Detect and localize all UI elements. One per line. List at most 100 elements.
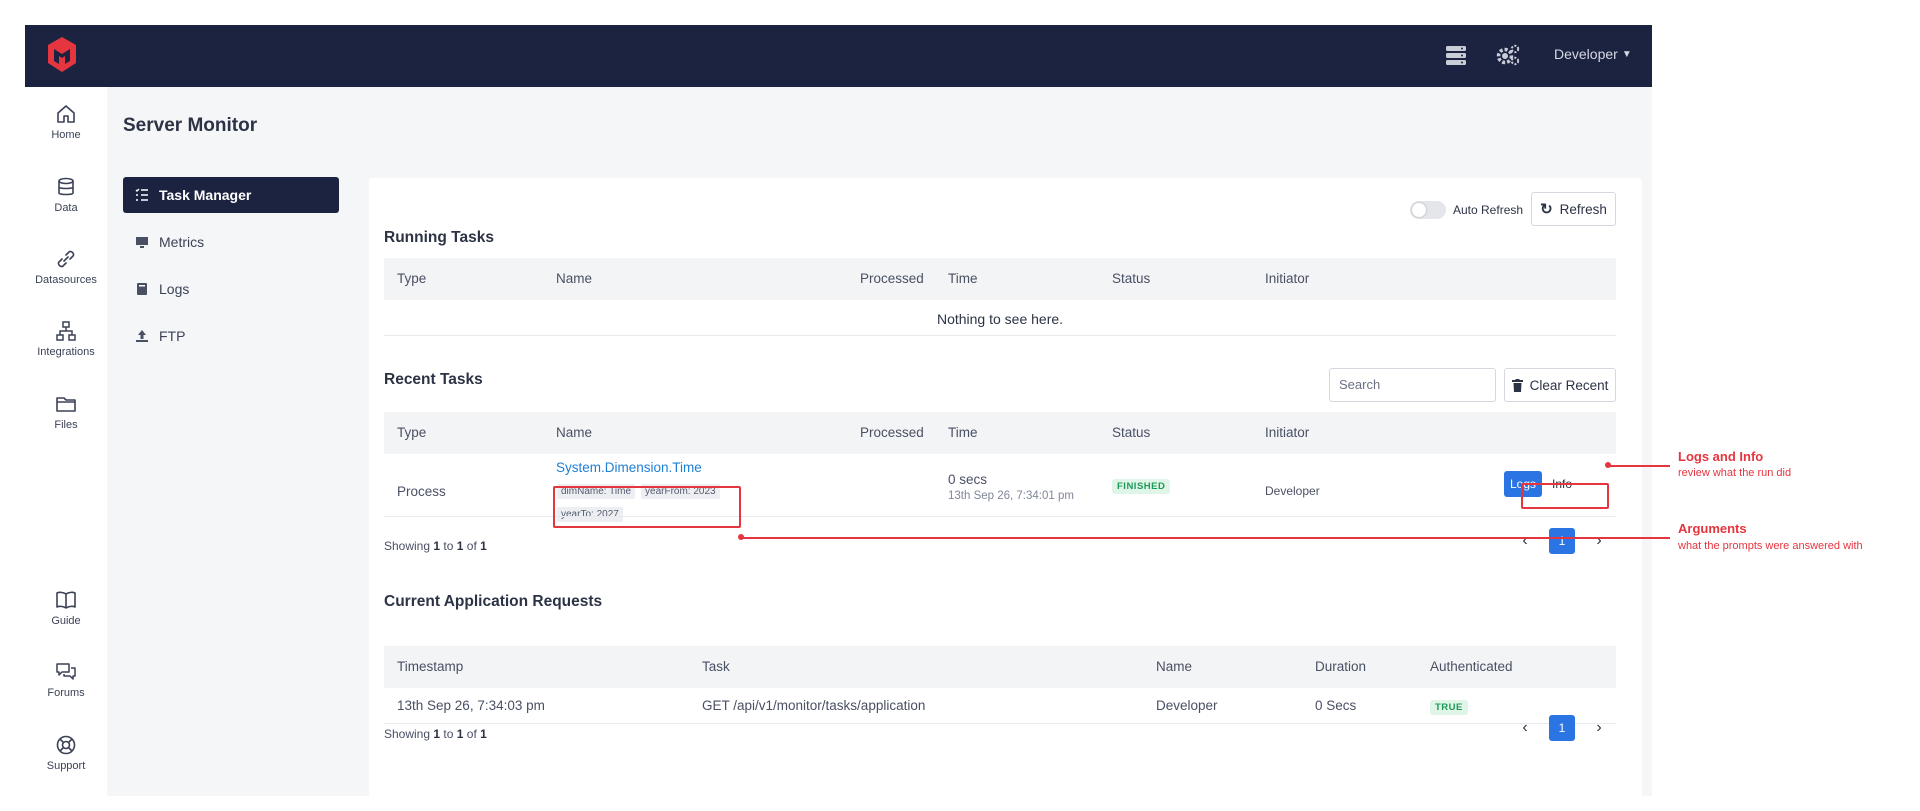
showing-from: 1 bbox=[433, 539, 441, 553]
clear-recent-button-label: Clear Recent bbox=[1529, 377, 1609, 393]
showing-of-word: of bbox=[466, 539, 477, 553]
showing-text: Showing bbox=[384, 539, 431, 553]
nav-files-label: Files bbox=[54, 419, 78, 431]
menu-item-metrics[interactable]: Metrics bbox=[123, 224, 339, 260]
page-title: Server Monitor bbox=[123, 115, 258, 136]
auto-refresh-label: Auto Refresh bbox=[1453, 203, 1524, 217]
showing-of-word: of bbox=[466, 727, 477, 741]
nav-support[interactable]: Support bbox=[25, 734, 107, 772]
task-duration: 0 secs bbox=[948, 472, 988, 487]
authenticated-badge: TRUE bbox=[1430, 700, 1468, 715]
refresh-icon: ↻ bbox=[1540, 201, 1553, 218]
arguments-annotation-title: Arguments bbox=[1678, 521, 1747, 536]
nav-files[interactable]: Files bbox=[25, 393, 107, 431]
showing-to-word: to bbox=[443, 539, 454, 553]
arguments-annotation-subtitle: what the prompts were answered with bbox=[1678, 540, 1863, 552]
search-input[interactable]: Search bbox=[1329, 368, 1496, 402]
refresh-button[interactable]: ↻ Refresh bbox=[1531, 192, 1616, 226]
request-timestamp: 13th Sep 26, 7:34:03 pm bbox=[397, 698, 545, 713]
logs-info-annotation-subtitle: review what the run did bbox=[1678, 467, 1792, 479]
showing-total: 1 bbox=[480, 539, 487, 553]
server-monitor-menu: Task Manager Metrics Logs FTP bbox=[123, 177, 339, 365]
database-icon bbox=[58, 177, 74, 196]
requests-pagination: ‹ 1 › bbox=[1515, 715, 1609, 741]
divider bbox=[384, 723, 1616, 724]
request-task: GET /api/v1/monitor/tasks/application bbox=[702, 698, 926, 713]
top-bar: Developer ▼ bbox=[25, 25, 1652, 87]
task-initiator: Developer bbox=[1265, 484, 1320, 498]
showing-to: 1 bbox=[456, 727, 464, 741]
running-tasks-header: Type Name Processed Time Status Initiato… bbox=[384, 258, 1616, 300]
running-tasks-empty: Nothing to see here. bbox=[936, 311, 1064, 327]
logs-info-pointer-line bbox=[1608, 465, 1670, 467]
upload-icon bbox=[136, 330, 148, 342]
task-name-link[interactable]: System.Dimension.Time bbox=[556, 460, 702, 475]
running-tasks-title: Running Tasks bbox=[384, 229, 494, 246]
chevron-down-icon: ▼ bbox=[1621, 48, 1632, 60]
chevron-right-icon[interactable]: › bbox=[1589, 532, 1609, 550]
recent-tasks-title: Recent Tasks bbox=[384, 371, 483, 388]
auto-refresh-toggle[interactable] bbox=[1410, 201, 1446, 219]
showing-from: 1 bbox=[433, 727, 441, 741]
col-type: Type bbox=[397, 271, 427, 286]
user-menu[interactable]: Developer ▼ bbox=[1554, 46, 1632, 62]
page-number[interactable]: 1 bbox=[1549, 528, 1575, 554]
menu-item-task-manager-label: Task Manager bbox=[159, 187, 252, 203]
nav-data[interactable]: Data bbox=[25, 176, 107, 214]
col-initiator: Initiator bbox=[1265, 425, 1310, 440]
log-book-icon bbox=[137, 283, 147, 295]
col-timestamp: Timestamp bbox=[397, 659, 464, 674]
nav-integrations-label: Integrations bbox=[37, 346, 95, 358]
col-initiator: Initiator bbox=[1265, 271, 1310, 286]
left-nav: Home Data Datasources Integrations Files… bbox=[25, 87, 107, 796]
nav-guide[interactable]: Guide bbox=[25, 589, 107, 627]
task-timestamp: 13th Sep 26, 7:34:01 pm bbox=[948, 490, 1074, 502]
logs-info-highlight bbox=[1521, 483, 1609, 509]
nav-support-label: Support bbox=[46, 760, 86, 772]
recent-pagination-summary: Showing 1 to 1 of 1 bbox=[384, 539, 487, 553]
server-icon[interactable] bbox=[1443, 42, 1469, 68]
nav-home[interactable]: Home bbox=[25, 103, 107, 141]
menu-item-ftp-label: FTP bbox=[159, 328, 186, 344]
nav-guide-label: Guide bbox=[51, 615, 81, 627]
request-duration: 0 Secs bbox=[1315, 698, 1357, 713]
chat-bubbles-icon bbox=[56, 663, 76, 680]
home-icon bbox=[57, 105, 75, 123]
col-name: Name bbox=[556, 425, 593, 440]
showing-total: 1 bbox=[480, 727, 487, 741]
menu-item-task-manager[interactable]: Task Manager bbox=[123, 177, 339, 213]
chevron-right-icon[interactable]: › bbox=[1589, 719, 1609, 737]
showing-text: Showing bbox=[384, 727, 431, 741]
nav-forums-label: Forums bbox=[47, 687, 85, 699]
nav-home-label: Home bbox=[51, 129, 81, 141]
request-name: Developer bbox=[1156, 698, 1218, 713]
link-icon bbox=[57, 250, 75, 268]
app-window: Developer ▼ Home Data Datasources Integr… bbox=[25, 25, 1652, 796]
divider bbox=[384, 335, 1616, 336]
menu-item-logs[interactable]: Logs bbox=[123, 271, 339, 307]
folder-icon bbox=[56, 397, 76, 412]
chevron-left-icon[interactable]: ‹ bbox=[1515, 719, 1535, 737]
page-number[interactable]: 1 bbox=[1549, 715, 1575, 741]
app-logo[interactable] bbox=[45, 35, 79, 75]
col-authenticated: Authenticated bbox=[1430, 659, 1513, 674]
settings-gears-icon[interactable] bbox=[1495, 42, 1521, 68]
col-task: Task bbox=[702, 659, 730, 674]
nav-datasources[interactable]: Datasources bbox=[25, 248, 107, 286]
user-name: Developer bbox=[1554, 46, 1618, 62]
status-badge: FINISHED bbox=[1112, 479, 1171, 494]
task-type: Process bbox=[397, 484, 446, 499]
chevron-left-icon[interactable]: ‹ bbox=[1515, 532, 1535, 550]
nav-forums[interactable]: Forums bbox=[25, 661, 107, 699]
col-name: Name bbox=[1156, 659, 1193, 674]
nav-integrations[interactable]: Integrations bbox=[25, 320, 107, 358]
book-icon bbox=[56, 591, 76, 609]
menu-item-ftp[interactable]: FTP bbox=[123, 318, 339, 354]
col-time: Time bbox=[948, 271, 978, 286]
nav-data-label: Data bbox=[54, 202, 78, 214]
clear-recent-button[interactable]: Clear Recent bbox=[1504, 368, 1616, 402]
col-processed: Processed bbox=[860, 425, 924, 440]
menu-item-logs-label: Logs bbox=[159, 281, 190, 297]
recent-tasks-header: Type Name Processed Time Status Initiato… bbox=[384, 412, 1616, 454]
col-status: Status bbox=[1112, 425, 1151, 440]
